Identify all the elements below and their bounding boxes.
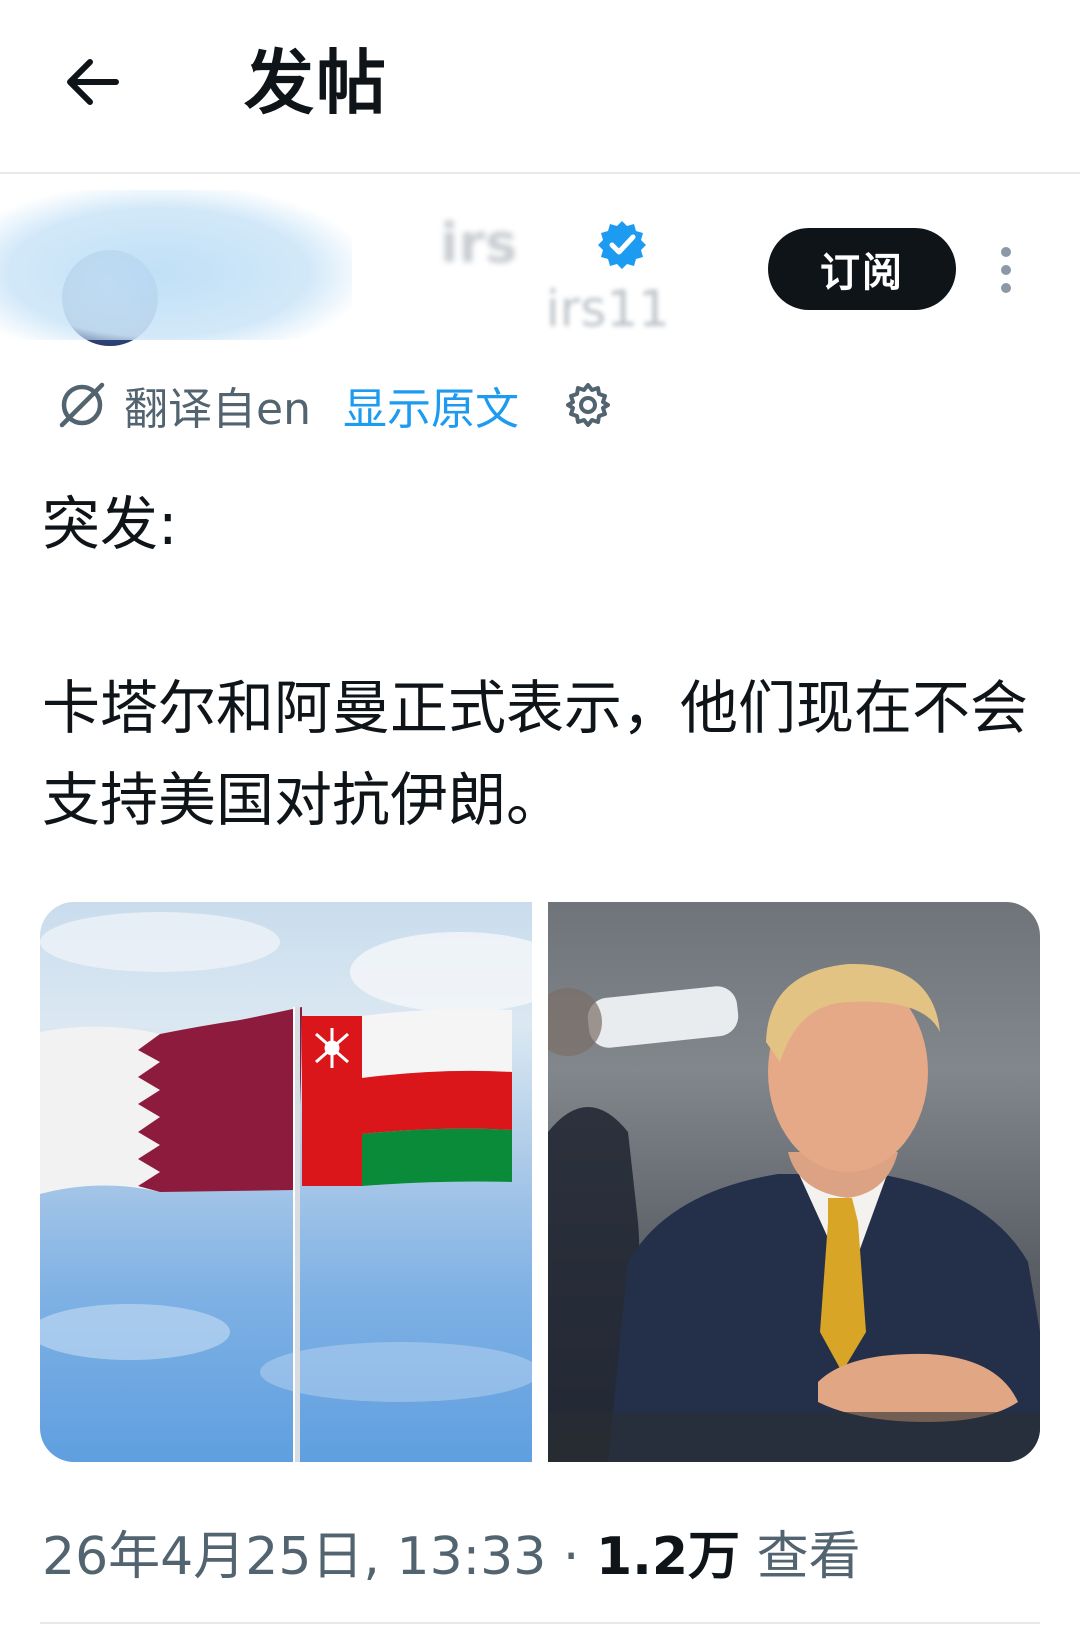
meta-separator: · — [546, 1527, 596, 1587]
post-text: 突发: 卡塔尔和阿曼正式表示，他们现在不会支持美国对抗伊朗。 — [42, 490, 1029, 834]
translation-bar: 翻译自en 显示原文 — [56, 370, 756, 440]
qatar-oman-flags-illustration — [40, 912, 570, 1462]
show-original-link[interactable]: 显示原文 — [343, 373, 519, 437]
flags-image[interactable] — [40, 902, 570, 1462]
views-label: 查看 — [740, 1527, 861, 1587]
more-options-icon[interactable] — [994, 244, 1018, 296]
user-handle[interactable]: irs11 — [420, 280, 670, 340]
post-media — [40, 902, 1040, 1462]
post-meta: 26年4月25日, 13:33 · 1.2万 查看 — [42, 1514, 861, 1589]
verified-badge-icon — [598, 221, 646, 269]
portrait-photo-illustration — [548, 963, 1040, 1462]
divider — [40, 1622, 1040, 1624]
media-gap — [532, 902, 548, 1462]
post-date[interactable]: 26年4月25日, 13:33 — [42, 1527, 546, 1587]
portrait-photo[interactable] — [548, 902, 1040, 1462]
page-title: 发帖 — [244, 42, 388, 124]
gear-icon[interactable] — [563, 380, 613, 430]
views-count: 1.2万 — [595, 1527, 741, 1587]
display-name[interactable]: irs — [440, 212, 600, 268]
translate-icon — [59, 382, 105, 428]
translated-from-label: 翻译自en — [124, 384, 311, 435]
subscribe-button[interactable]: 订阅 — [768, 228, 956, 310]
redacted-blur — [0, 190, 352, 340]
top-bar: 发帖 — [0, 0, 1080, 174]
back-arrow-icon[interactable] — [60, 50, 124, 114]
